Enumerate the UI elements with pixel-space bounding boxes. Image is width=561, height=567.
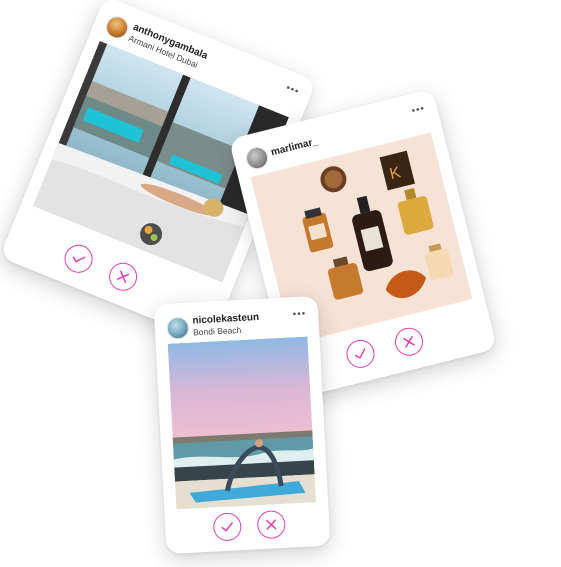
close-icon [266,519,277,530]
more-options-icon[interactable]: ••• [292,308,306,320]
check-icon [72,256,86,263]
check-icon [221,522,233,532]
reject-button[interactable] [104,258,142,295]
avatar[interactable] [243,144,271,172]
beach-yoga-photo [167,336,317,510]
location[interactable]: Bondi Beach [193,325,242,338]
reject-button[interactable] [256,509,286,540]
more-options-icon[interactable]: ••• [411,103,427,117]
close-icon [403,335,415,348]
avatar[interactable] [166,316,190,340]
check-icon [354,348,366,359]
accept-button[interactable] [60,240,97,278]
accept-button[interactable] [343,336,378,371]
accept-button[interactable] [212,512,243,542]
close-icon [116,270,130,283]
username[interactable]: marlimar_ [270,136,319,158]
post-card-nicolekasteun: nicolekasteun Bondi Beach ••• [153,295,331,555]
avatar[interactable] [102,13,132,42]
username[interactable]: nicolekasteun [192,312,259,326]
more-options-icon[interactable]: ••• [284,83,301,98]
reject-button[interactable] [392,324,426,359]
